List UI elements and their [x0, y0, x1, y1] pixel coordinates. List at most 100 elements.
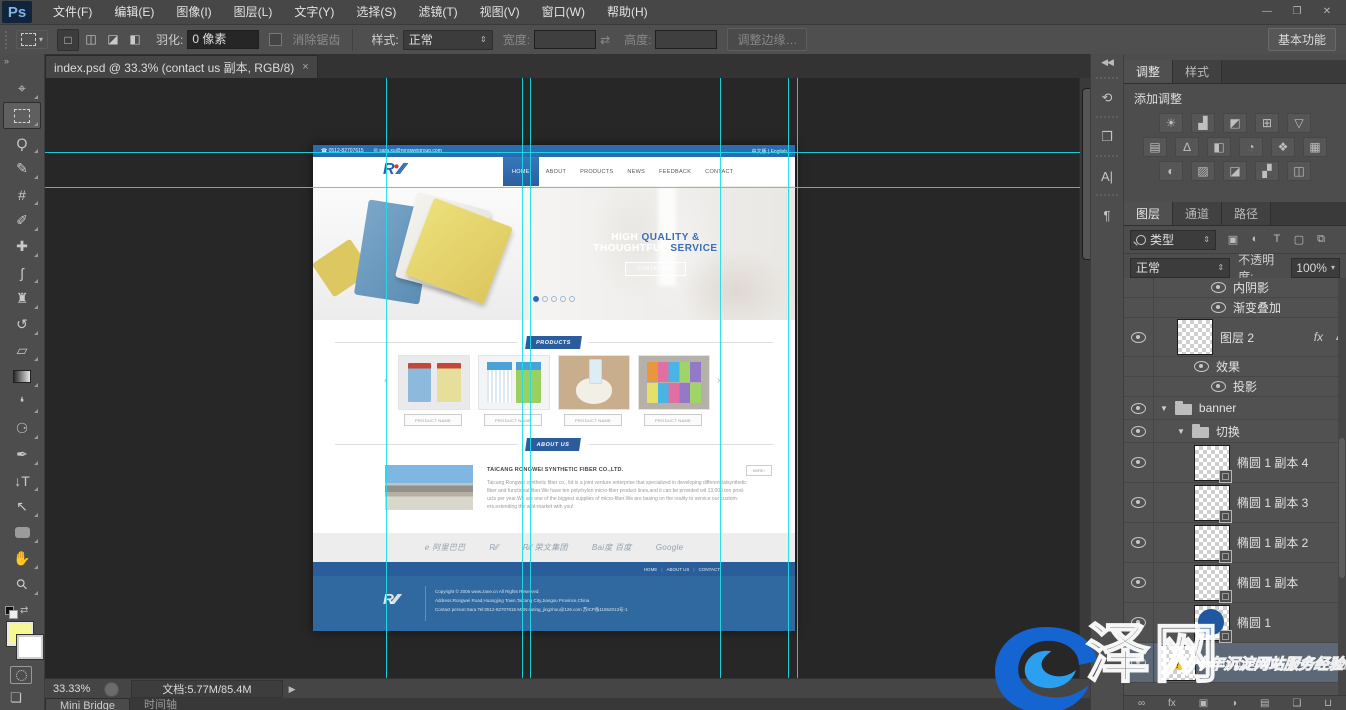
background-color-swatch[interactable]: [17, 635, 43, 659]
style-select[interactable]: 正常 ⇕: [403, 30, 493, 50]
layer-row[interactable]: ▼banner: [1124, 397, 1346, 420]
color-balance-icon[interactable]: ∆: [1175, 137, 1199, 157]
eye-icon[interactable]: [1131, 577, 1146, 588]
link-layers-icon[interactable]: ∞: [1138, 698, 1145, 709]
visibility-cell[interactable]: [1124, 643, 1154, 682]
crop-tool[interactable]: #: [4, 182, 40, 207]
layer-row[interactable]: 投影: [1124, 377, 1346, 397]
eye-icon[interactable]: [1211, 302, 1226, 313]
visibility-cell[interactable]: [1124, 377, 1154, 396]
levels-icon[interactable]: ▟: [1191, 113, 1215, 133]
dodge-tool[interactable]: ⚆: [4, 416, 40, 441]
invert-icon[interactable]: ◐: [1159, 161, 1183, 181]
layer-row[interactable]: 椭圆 1 副本 2: [1124, 523, 1346, 563]
gradient-tool[interactable]: [4, 364, 40, 389]
photo-filter-icon[interactable]: ◔: [1239, 137, 1263, 157]
spot-healing-brush-tool[interactable]: ✚: [4, 234, 40, 259]
menu-item-编[interactable]: 编辑(E): [103, 0, 165, 24]
guide-vertical[interactable]: [386, 78, 387, 678]
guide-vertical[interactable]: [797, 78, 798, 678]
tab-close-icon[interactable]: ×: [302, 61, 308, 73]
exposure-icon[interactable]: ⊞: [1255, 113, 1279, 133]
eye-icon[interactable]: [1131, 617, 1146, 628]
layer-thumbnail[interactable]: [1194, 525, 1230, 561]
tab-样式[interactable]: 样式: [1173, 60, 1222, 83]
height-input[interactable]: [655, 30, 717, 49]
selection-mode-icon-1[interactable]: ◫: [81, 29, 101, 49]
expand-caret-icon[interactable]: ▼: [1177, 427, 1185, 436]
default-colors-icon[interactable]: [5, 606, 14, 615]
workspace-switcher-button[interactable]: 基本功能: [1268, 28, 1336, 51]
layer-thumbnail[interactable]: [1194, 485, 1230, 521]
layer-row[interactable]: ▼切换: [1124, 420, 1346, 443]
gradient-map-icon[interactable]: ▞: [1255, 161, 1279, 181]
paragraph-panel-icon[interactable]: ¶: [1095, 203, 1119, 227]
quick-selection-tool[interactable]: ✎: [4, 156, 40, 181]
selection-mode-icon-0[interactable]: □: [57, 29, 79, 51]
curves-icon[interactable]: ◩: [1223, 113, 1247, 133]
swap-dimensions-icon[interactable]: ⇄: [600, 33, 610, 47]
restore-button[interactable]: ❐: [1284, 4, 1310, 20]
eye-icon[interactable]: [1131, 657, 1146, 668]
channel-mixer-icon[interactable]: ❖: [1271, 137, 1295, 157]
path-selection-tool[interactable]: ↖: [4, 494, 40, 519]
eyedropper-tool[interactable]: ✐: [4, 208, 40, 233]
menu-item-滤[interactable]: 滤镜(T): [407, 0, 468, 24]
tab-调整[interactable]: 调整: [1124, 60, 1173, 83]
eye-icon[interactable]: [1131, 403, 1146, 414]
brightness-contrast-icon[interactable]: ☀: [1159, 113, 1183, 133]
threshold-icon[interactable]: ◪: [1223, 161, 1247, 181]
menu-item-图[interactable]: 图层(L): [223, 0, 284, 24]
delete-layer-icon[interactable]: ⊔: [1324, 698, 1332, 709]
visibility-cell[interactable]: [1124, 278, 1154, 297]
character-panel-icon[interactable]: A|: [1095, 164, 1119, 188]
antialias-checkbox[interactable]: [269, 33, 282, 46]
blend-mode-select[interactable]: 正常 ⇕: [1130, 258, 1230, 278]
screen-mode-button[interactable]: ❏: [10, 690, 44, 706]
layer-row[interactable]: 椭圆 1: [1124, 603, 1346, 643]
adjustment-layer-icon[interactable]: ◑: [1231, 698, 1237, 709]
menu-item-文[interactable]: 文件(F): [42, 0, 103, 24]
layer-row[interactable]: 椭圆 1 副本 3: [1124, 483, 1346, 523]
rectangular-marquee-tool[interactable]: [3, 102, 41, 129]
quick-mask-button[interactable]: [10, 666, 32, 684]
guide-vertical[interactable]: [530, 78, 531, 678]
brush-tool[interactable]: ʃ: [4, 260, 40, 285]
selection-mode-icon-3[interactable]: ◧: [125, 29, 145, 49]
visibility-cell[interactable]: [1124, 483, 1154, 522]
layer-row[interactable]: 椭圆 1 副本 4: [1124, 443, 1346, 483]
clone-stamp-tool[interactable]: ♜: [4, 286, 40, 311]
hue-saturation-icon[interactable]: ▤: [1143, 137, 1167, 157]
visibility-cell[interactable]: [1124, 523, 1154, 562]
zoom-level-field[interactable]: 33.33%: [45, 683, 98, 695]
filter-type-select[interactable]: 类型 ⇕: [1130, 230, 1216, 250]
document-tab[interactable]: index.psd @ 33.3% (contact us 副本, RGB/8)…: [45, 55, 318, 78]
filter-type-layers-icon[interactable]: T: [1269, 233, 1285, 246]
properties-panel-icon[interactable]: ❒: [1095, 125, 1119, 149]
filter-smart-objects-icon[interactable]: ⧉: [1313, 233, 1329, 246]
layer-row[interactable]: 椭圆 1 副本: [1124, 563, 1346, 603]
menu-item-窗[interactable]: 窗口(W): [531, 0, 596, 24]
hand-tool[interactable]: ✋: [4, 546, 40, 571]
posterize-icon[interactable]: ▨: [1191, 161, 1215, 181]
feather-input[interactable]: 0 像素: [187, 30, 259, 49]
toolbar-collapse-button[interactable]: »: [0, 54, 44, 72]
tool-preset-picker[interactable]: ▾: [16, 30, 48, 49]
layer-thumbnail[interactable]: [1160, 645, 1196, 681]
move-tool[interactable]: ⌖: [4, 76, 40, 101]
layers-scrollbar[interactable]: [1338, 278, 1346, 696]
tab-mini-bridge[interactable]: Mini Bridge: [45, 698, 130, 710]
visibility-cell[interactable]: [1124, 603, 1154, 642]
guide-horizontal[interactable]: [45, 187, 1080, 188]
eye-icon[interactable]: [1131, 537, 1146, 548]
layer-style-icon[interactable]: fx: [1168, 698, 1176, 709]
visibility-cell[interactable]: [1124, 443, 1154, 482]
tab-timeline[interactable]: 时间轴: [130, 698, 191, 710]
filter-shape-layers-icon[interactable]: ▢: [1291, 233, 1307, 246]
menu-item-图[interactable]: 图像(I): [165, 0, 222, 24]
layer-thumbnail[interactable]: [1194, 445, 1230, 481]
layer-row[interactable]: 内阴影: [1124, 278, 1346, 298]
guide-vertical[interactable]: [522, 78, 523, 678]
menu-item-选[interactable]: 选择(S): [345, 0, 407, 24]
layer-row[interactable]: contact us 副本: [1124, 643, 1346, 683]
